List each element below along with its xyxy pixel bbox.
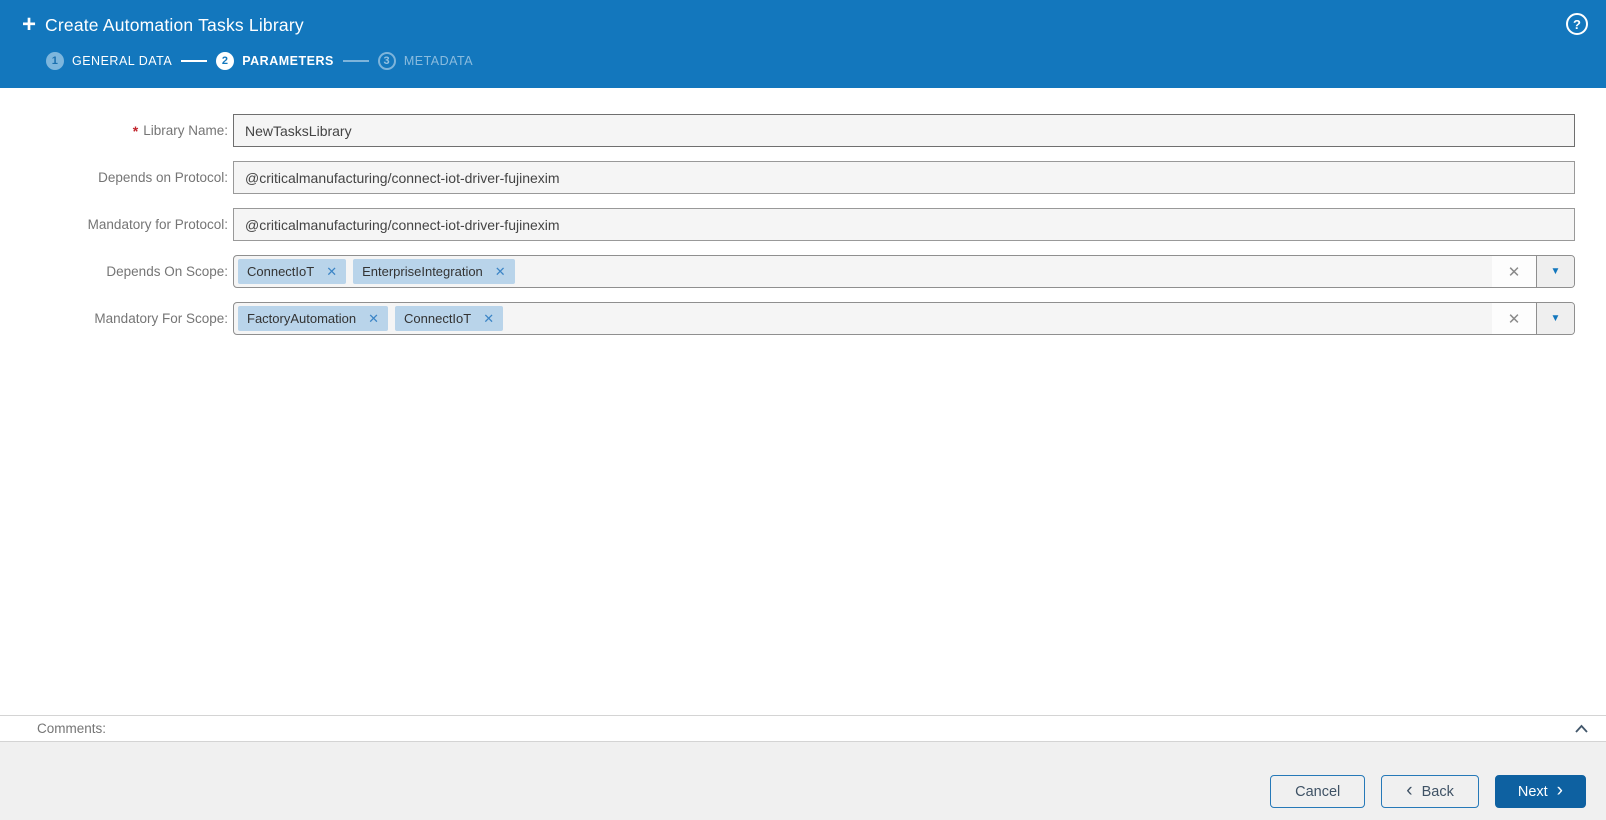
step-parameters[interactable]: 2 PARAMETERS [216, 52, 334, 70]
comments-bar: Comments: [0, 715, 1606, 742]
next-button[interactable]: Next › [1494, 775, 1586, 808]
chip-factoryautomation[interactable]: FactoryAutomation ✕ [238, 306, 389, 331]
step-1-circle: 1 [46, 52, 64, 70]
mandatory-for-protocol-input[interactable] [233, 208, 1575, 241]
comments-label: Comments: [37, 721, 107, 736]
step-2-circle: 2 [216, 52, 235, 70]
chip-remove-icon[interactable]: ✕ [326, 265, 337, 278]
depends-on-protocol-label: Depends on Protocol: [0, 170, 228, 185]
mandatory-for-protocol-field-wrap [233, 208, 1575, 241]
library-name-input[interactable] [233, 114, 1575, 147]
chip-remove-icon[interactable]: ✕ [368, 312, 379, 325]
depends-on-protocol-label-text: Depends on Protocol: [98, 170, 228, 185]
chevron-down-icon: ▼ [1550, 313, 1561, 324]
form-row-depends-on-protocol: Depends on Protocol: [0, 161, 1606, 194]
wizard-footer: Cancel ‹ Back Next › [0, 742, 1606, 820]
chip-remove-icon[interactable]: ✕ [483, 312, 494, 325]
clear-icon: ✕ [1507, 310, 1521, 328]
parameters-form: * Library Name: Depends on Protocol: Man… [0, 88, 1606, 349]
chevron-up-icon [1575, 724, 1588, 733]
mandatory-for-protocol-label: Mandatory for Protocol: [0, 217, 228, 232]
depends-on-protocol-input[interactable] [233, 161, 1575, 194]
required-icon: * [132, 122, 139, 139]
form-row-mandatory-for-scope: Mandatory For Scope: FactoryAutomation ✕… [0, 302, 1606, 335]
library-name-label: * Library Name: [0, 123, 228, 139]
chevron-right-icon: › [1556, 780, 1563, 801]
help-icon: ? [1573, 16, 1581, 32]
clear-field-button[interactable]: ✕ [1492, 303, 1536, 334]
step-general-data[interactable]: 1 GENERAL DATA [46, 52, 172, 70]
chip-label: ConnectIoT [247, 264, 315, 279]
depends-on-scope-label: Depends On Scope: [0, 264, 228, 279]
step-3-circle: 3 [377, 52, 396, 70]
step-3-label: METADATA [403, 54, 474, 68]
page-title: Create Automation Tasks Library [45, 14, 304, 35]
step-1-label: GENERAL DATA [72, 54, 173, 68]
mandatory-for-scope-chips: FactoryAutomation ✕ ConnectIoT ✕ [234, 303, 1492, 334]
mandatory-for-scope-field-wrap: FactoryAutomation ✕ ConnectIoT ✕ ✕ ▼ [233, 302, 1575, 335]
depends-on-protocol-field-wrap [233, 161, 1575, 194]
chip-connectiot[interactable]: ConnectIoT ✕ [395, 306, 504, 331]
chip-label: EnterpriseIntegration [362, 264, 483, 279]
add-icon: + [22, 11, 37, 38]
chip-label: ConnectIoT [404, 311, 472, 326]
chevron-left-icon: ‹ [1406, 780, 1413, 801]
chip-enterpriseintegration[interactable]: EnterpriseIntegration ✕ [353, 259, 515, 284]
chip-label: FactoryAutomation [247, 311, 357, 326]
library-name-label-text: Library Name: [143, 123, 228, 138]
dropdown-toggle-button[interactable]: ▼ [1536, 256, 1574, 287]
depends-on-scope-chips: ConnectIoT ✕ EnterpriseIntegration ✕ [234, 256, 1492, 287]
mandatory-for-scope-multiselect[interactable]: FactoryAutomation ✕ ConnectIoT ✕ ✕ ▼ [233, 302, 1575, 335]
form-empty-area [0, 349, 1606, 715]
clear-icon: ✕ [1507, 263, 1521, 281]
back-button[interactable]: ‹ Back [1381, 775, 1479, 808]
form-row-depends-on-scope: Depends On Scope: ConnectIoT ✕ Enterpris… [0, 255, 1606, 288]
comments-collapse-button[interactable] [1573, 722, 1590, 736]
depends-on-scope-field-wrap: ConnectIoT ✕ EnterpriseIntegration ✕ ✕ ▼ [233, 255, 1575, 288]
mandatory-for-protocol-label-text: Mandatory for Protocol: [87, 217, 228, 232]
chip-remove-icon[interactable]: ✕ [495, 265, 506, 278]
step-connector-1-2 [181, 60, 208, 62]
step-metadata[interactable]: 3 METADATA [377, 52, 474, 70]
chevron-down-icon: ▼ [1550, 266, 1561, 277]
mandatory-for-scope-label: Mandatory For Scope: [0, 311, 228, 326]
step-connector-2-3 [342, 60, 369, 62]
step-2-label: PARAMETERS [242, 54, 334, 68]
cancel-button[interactable]: Cancel [1270, 775, 1366, 808]
mandatory-for-scope-label-text: Mandatory For Scope: [94, 311, 228, 326]
library-name-field-wrap [233, 114, 1575, 147]
title-row: + Create Automation Tasks Library [22, 12, 1586, 38]
dropdown-toggle-button[interactable]: ▼ [1536, 303, 1574, 334]
wizard-steps: 1 GENERAL DATA 2 PARAMETERS 3 METADATA [46, 52, 1586, 70]
depends-on-scope-label-text: Depends On Scope: [106, 264, 228, 279]
form-row-mandatory-for-protocol: Mandatory for Protocol: [0, 208, 1606, 241]
cancel-button-label: Cancel [1295, 783, 1341, 800]
chip-connectiot[interactable]: ConnectIoT ✕ [238, 259, 347, 284]
form-row-library-name: * Library Name: [0, 114, 1606, 147]
depends-on-scope-multiselect[interactable]: ConnectIoT ✕ EnterpriseIntegration ✕ ✕ ▼ [233, 255, 1575, 288]
clear-field-button[interactable]: ✕ [1492, 256, 1536, 287]
next-button-label: Next [1517, 783, 1548, 800]
wizard-header: + Create Automation Tasks Library ? 1 GE… [0, 0, 1606, 88]
back-button-label: Back [1421, 783, 1454, 800]
help-button[interactable]: ? [1566, 13, 1588, 35]
